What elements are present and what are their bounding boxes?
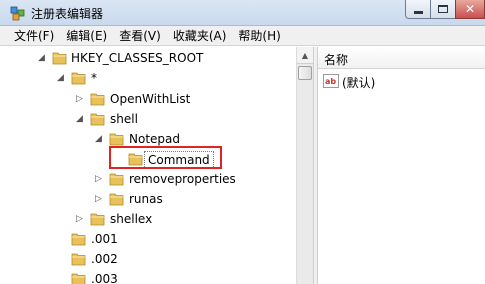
tree-item-label: * — [91, 71, 97, 85]
scroll-up-button[interactable]: ▲ — [297, 47, 313, 64]
maximize-button[interactable] — [430, 0, 456, 19]
collapse-arrow-icon[interactable]: ◢ — [76, 114, 83, 124]
values-list[interactable]: 名称 ab (默认) — [318, 47, 485, 284]
tree-item-label: shellex — [110, 212, 153, 226]
menu-bar: 文件(F) 编辑(E) 查看(V) 收藏夹(A) 帮助(H) — [0, 26, 485, 46]
folder-open-icon — [109, 133, 124, 146]
scrollbar-thumb[interactable] — [298, 66, 312, 80]
highlight-annotation — [109, 146, 222, 169]
tree-scrollbar[interactable]: ▲ — [296, 47, 313, 284]
tree-item-label: OpenWithList — [110, 92, 191, 106]
close-button[interactable]: ✕ — [455, 0, 485, 19]
expand-arrow-icon[interactable]: ▷ — [95, 174, 102, 184]
column-header-name[interactable]: 名称 — [318, 47, 485, 69]
folder-icon — [71, 253, 86, 266]
menu-help[interactable]: 帮助(H) — [232, 26, 286, 46]
tree-item-label: shell — [110, 112, 138, 126]
expand-arrow-icon[interactable]: ▷ — [95, 194, 102, 204]
menu-edit[interactable]: 编辑(E) — [60, 26, 113, 46]
svg-text:ab: ab — [325, 77, 336, 86]
collapse-arrow-icon[interactable]: ◢ — [57, 73, 64, 83]
folder-open-icon — [52, 52, 67, 65]
tree-item-label: runas — [129, 192, 163, 206]
menu-file[interactable]: 文件(F) — [0, 26, 60, 46]
minimize-icon — [413, 10, 423, 14]
tree-item-label: .001 — [91, 232, 118, 246]
tree-item-label: .003 — [91, 272, 118, 284]
tree-item-label: HKEY_CLASSES_ROOT — [71, 51, 204, 65]
title-bar: 注册表编辑器 ✕ — [0, 0, 485, 26]
chevron-up-icon: ▲ — [301, 50, 309, 60]
minimize-button[interactable] — [405, 0, 431, 19]
folder-icon — [71, 233, 86, 246]
maximize-icon — [438, 5, 448, 13]
tree-item-label: .002 — [91, 252, 118, 266]
folder-icon — [71, 273, 86, 284]
close-icon: ✕ — [464, 2, 476, 16]
value-name: (默认) — [342, 76, 376, 90]
regedit-icon — [10, 6, 25, 21]
expand-arrow-icon[interactable]: ▷ — [76, 94, 83, 104]
folder-icon — [109, 193, 124, 206]
tree-item-label: Notepad — [129, 132, 180, 146]
string-value-icon: ab — [323, 74, 339, 88]
folder-icon — [90, 213, 105, 226]
folder-open-icon — [90, 113, 105, 126]
folder-icon — [109, 173, 124, 186]
window-title: 注册表编辑器 — [31, 7, 104, 21]
expand-arrow-icon[interactable]: ▷ — [76, 214, 83, 224]
collapse-arrow-icon[interactable]: ◢ — [95, 134, 102, 144]
menu-favorites[interactable]: 收藏夹(A) — [167, 26, 233, 46]
folder-icon — [90, 93, 105, 106]
collapse-arrow-icon[interactable]: ◢ — [38, 53, 45, 63]
tree-item-label: removeproperties — [129, 172, 236, 186]
folder-open-icon — [71, 72, 86, 85]
menu-view[interactable]: 查看(V) — [113, 26, 167, 46]
column-header-label: 名称 — [324, 53, 349, 67]
